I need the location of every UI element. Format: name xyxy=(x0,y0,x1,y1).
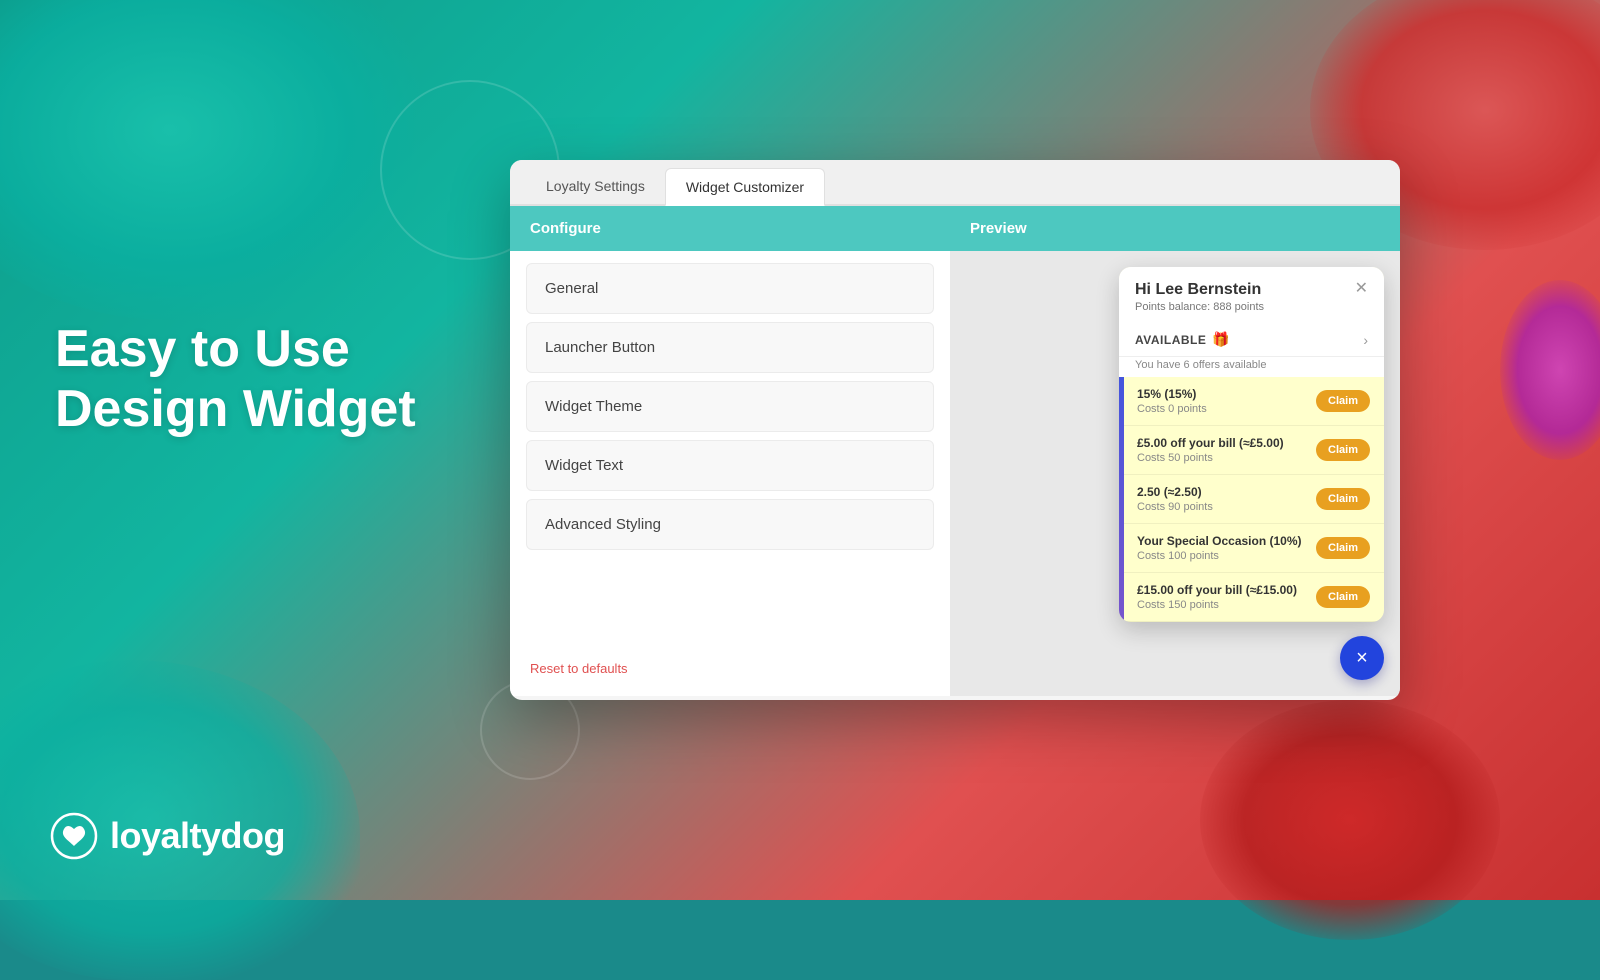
available-chevron: › xyxy=(1363,332,1368,348)
tabs-bar: Loyalty Settings Widget Customizer xyxy=(510,160,1400,206)
logo-icon xyxy=(50,812,98,860)
available-left: AVAILABLE 🎁 xyxy=(1135,331,1230,348)
widget-close-fab[interactable]: × xyxy=(1340,636,1384,680)
offer-cost-2: Costs 90 points xyxy=(1137,501,1316,513)
widget-available-bar[interactable]: AVAILABLE 🎁 › xyxy=(1119,323,1384,357)
claim-btn-0[interactable]: Claim xyxy=(1316,390,1370,412)
modal-body: Configure General Launcher Button Widget… xyxy=(510,206,1400,696)
heading-line1: Easy to Use xyxy=(55,320,350,378)
preview-header: Preview xyxy=(950,206,1400,251)
available-subtitle: You have 6 offers available xyxy=(1119,357,1384,377)
offer-title-4: £15.00 off your bill (≈£15.00) xyxy=(1137,583,1316,597)
widget-card: Hi Lee Bernstein Points balance: 888 poi… xyxy=(1119,267,1384,622)
offer-row-2: 2.50 (≈2.50) Costs 90 points Claim xyxy=(1119,475,1384,524)
offer-title-0: 15% (15%) xyxy=(1137,387,1316,401)
offer-row-0: 15% (15%) Costs 0 points Claim xyxy=(1119,377,1384,426)
config-item-advanced-styling[interactable]: Advanced Styling xyxy=(526,499,934,550)
reset-to-defaults-link[interactable]: Reset to defaults xyxy=(510,649,950,696)
config-item-widget-theme[interactable]: Widget Theme xyxy=(526,381,934,432)
offer-title-2: 2.50 (≈2.50) xyxy=(1137,485,1316,499)
offer-info-1: £5.00 off your bill (≈£5.00) Costs 50 po… xyxy=(1137,436,1316,464)
offer-cost-4: Costs 150 points xyxy=(1137,599,1316,611)
offer-info-3: Your Special Occasion (10%) Costs 100 po… xyxy=(1137,534,1316,562)
claim-btn-3[interactable]: Claim xyxy=(1316,537,1370,559)
offer-row-4: £15.00 off your bill (≈£15.00) Costs 150… xyxy=(1119,573,1384,622)
widget-header: Hi Lee Bernstein Points balance: 888 poi… xyxy=(1119,267,1384,323)
offer-info-0: 15% (15%) Costs 0 points xyxy=(1137,387,1316,415)
configure-panel: Configure General Launcher Button Widget… xyxy=(510,206,950,696)
available-label: AVAILABLE xyxy=(1135,333,1206,347)
claim-btn-2[interactable]: Claim xyxy=(1316,488,1370,510)
offer-info-4: £15.00 off your bill (≈£15.00) Costs 150… xyxy=(1137,583,1316,611)
tab-loyalty-settings[interactable]: Loyalty Settings xyxy=(526,168,665,204)
gift-icon: 🎁 xyxy=(1212,331,1229,348)
offer-row-1: £5.00 off your bill (≈£5.00) Costs 50 po… xyxy=(1119,426,1384,475)
widget-greeting: Hi Lee Bernstein xyxy=(1135,281,1264,299)
bg-blob-tl xyxy=(0,0,420,320)
offer-cost-3: Costs 100 points xyxy=(1137,550,1316,562)
modal: Loyalty Settings Widget Customizer Confi… xyxy=(510,160,1400,700)
configure-header: Configure xyxy=(510,206,950,251)
config-item-launcher-button[interactable]: Launcher Button xyxy=(526,322,934,373)
claim-btn-1[interactable]: Claim xyxy=(1316,439,1370,461)
offer-title-3: Your Special Occasion (10%) xyxy=(1137,534,1316,548)
widget-offers: 15% (15%) Costs 0 points Claim £5.00 off… xyxy=(1119,377,1384,622)
left-content: Easy to Use Design Widget xyxy=(55,320,416,440)
offer-cost-0: Costs 0 points xyxy=(1137,403,1316,415)
logo-text: loyaltydog xyxy=(110,815,285,857)
preview-panel: Preview Hi Lee Bernstein Points balance:… xyxy=(950,206,1400,696)
preview-content: Hi Lee Bernstein Points balance: 888 poi… xyxy=(950,251,1400,696)
offer-info-2: 2.50 (≈2.50) Costs 90 points xyxy=(1137,485,1316,513)
offer-cost-1: Costs 50 points xyxy=(1137,452,1316,464)
widget-points: Points balance: 888 points xyxy=(1135,301,1264,313)
logo: loyaltydog xyxy=(50,812,285,860)
widget-greeting-block: Hi Lee Bernstein Points balance: 888 poi… xyxy=(1135,281,1264,313)
heading-line2: Design Widget xyxy=(55,380,416,438)
offer-title-1: £5.00 off your bill (≈£5.00) xyxy=(1137,436,1316,450)
config-item-widget-text[interactable]: Widget Text xyxy=(526,440,934,491)
widget-close-button[interactable]: ✕ xyxy=(1355,281,1368,297)
claim-btn-4[interactable]: Claim xyxy=(1316,586,1370,608)
tab-widget-customizer[interactable]: Widget Customizer xyxy=(665,168,825,206)
configure-items: General Launcher Button Widget Theme Wid… xyxy=(510,251,950,649)
config-item-general[interactable]: General xyxy=(526,263,934,314)
bg-blob-br xyxy=(1200,700,1500,940)
offer-row-3: Your Special Occasion (10%) Costs 100 po… xyxy=(1119,524,1384,573)
